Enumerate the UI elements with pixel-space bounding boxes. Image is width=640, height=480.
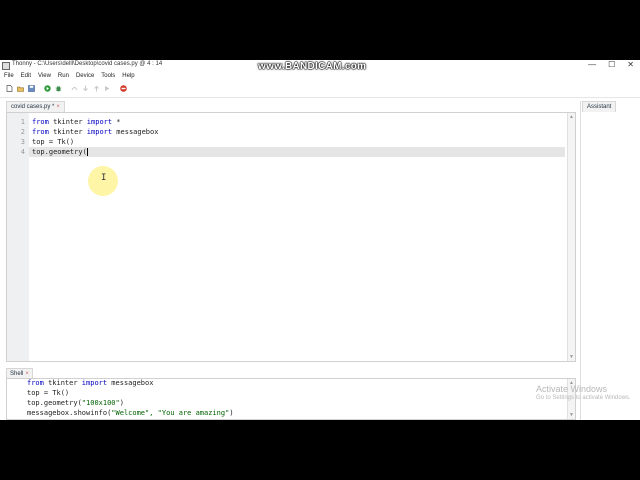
code-text: ) <box>119 399 124 407</box>
step-over-icon[interactable] <box>71 85 78 92</box>
line-number: 1 <box>20 118 25 126</box>
code-text: messagebox.showinfo( <box>27 409 112 417</box>
code-text: top.geometry( <box>32 148 87 156</box>
code-text: * <box>112 118 121 126</box>
run-icon[interactable] <box>44 85 51 92</box>
code-text: messagebox <box>107 379 154 387</box>
menu-edit[interactable]: Edit <box>21 71 31 81</box>
code-line: from tkinter import * <box>32 118 121 126</box>
activate-subtitle: Go to Settings to activate Windows. <box>536 395 631 401</box>
line-number: 2 <box>20 128 25 136</box>
debug-icon[interactable] <box>55 85 62 92</box>
string-literal: "Welcome", "You are amazing" <box>111 409 230 417</box>
window-controls: — ☐ ✕ <box>588 60 634 69</box>
keyword: from <box>27 379 44 387</box>
close-button[interactable]: ✕ <box>627 60 634 69</box>
ibeam-cursor-icon: I <box>101 173 107 183</box>
string-literal: "100x100" <box>81 399 120 407</box>
code-text: messagebox <box>112 128 159 136</box>
tab-shell[interactable]: Shell × <box>6 368 33 378</box>
code-text: tkinter <box>43 379 82 387</box>
menu-help[interactable]: Help <box>122 71 134 81</box>
menu-bar: File Edit View Run Device Tools Help <box>0 71 640 81</box>
activate-title: Activate Windows <box>536 384 608 394</box>
assistant-panel <box>580 101 640 420</box>
save-icon[interactable] <box>28 85 35 92</box>
code-editor[interactable]: 1 2 3 4 from tkinter import * from tkint… <box>6 112 576 362</box>
line-number-gutter: 1 2 3 4 <box>7 113 29 361</box>
toolbar-divider <box>0 97 640 98</box>
keyword: from <box>32 118 49 126</box>
shell-line: from tkinter import messagebox <box>27 379 153 387</box>
scroll-up-icon[interactable]: ▲ <box>569 114 574 120</box>
step-into-icon[interactable] <box>82 85 89 92</box>
scroll-down-icon[interactable]: ▼ <box>569 354 574 360</box>
resume-icon[interactable] <box>104 85 111 92</box>
current-line-highlight <box>29 147 565 157</box>
activate-windows-watermark: Activate Windows Go to Settings to activ… <box>536 384 631 401</box>
code-line: top = Tk() <box>32 138 74 146</box>
code-text: tkinter <box>48 128 87 136</box>
toolbar <box>0 82 640 96</box>
shell-panel[interactable]: from tkinter import messagebox top = Tk(… <box>6 378 576 420</box>
code-text: top.geometry( <box>27 399 82 407</box>
open-file-icon[interactable] <box>17 85 24 92</box>
menu-run[interactable]: Run <box>58 71 69 81</box>
keyword: import <box>86 118 113 126</box>
text-caret <box>86 148 88 156</box>
minimize-button[interactable]: — <box>588 60 596 69</box>
tab-label: covid cases.py * <box>11 104 55 110</box>
stop-icon[interactable] <box>120 85 127 92</box>
shell-line: top = Tk() <box>27 389 69 397</box>
close-shell-icon[interactable]: × <box>25 371 29 377</box>
thonny-app-icon <box>2 62 10 70</box>
menu-tools[interactable]: Tools <box>101 71 115 81</box>
shell-scroll-down-icon[interactable]: ▼ <box>569 412 574 418</box>
code-line: from tkinter import messagebox <box>32 128 158 136</box>
line-number: 4 <box>20 148 25 156</box>
keyword: import <box>86 128 113 136</box>
code-text: ) <box>229 409 234 417</box>
window-title: Thonny - C:\Users\delll\Desktop\covid ca… <box>12 61 163 67</box>
code-text: tkinter <box>48 118 87 126</box>
editor-scrollbar[interactable]: ▲ ▼ <box>567 113 575 361</box>
shell-line: top.geometry("100x100") <box>27 399 124 407</box>
menu-view[interactable]: View <box>38 71 51 81</box>
menu-file[interactable]: File <box>4 71 14 81</box>
code-text: top = Tk() <box>27 389 70 397</box>
shell-tab-label: Shell <box>10 371 24 377</box>
tab-covid-cases[interactable]: covid cases.py * × <box>6 101 65 112</box>
line-number: 3 <box>20 138 25 146</box>
step-out-icon[interactable] <box>93 85 100 92</box>
close-tab-icon[interactable]: × <box>56 104 60 110</box>
keyword: from <box>32 128 49 136</box>
shell-line: messagebox.showinfo("Welcome", "You are … <box>27 409 234 417</box>
thonny-window: Thonny - C:\Users\delll\Desktop\covid ca… <box>0 60 640 420</box>
keyword: import <box>81 379 108 387</box>
code-line: top.geometry( <box>32 148 88 156</box>
new-file-icon[interactable] <box>6 85 13 92</box>
code-text: top = Tk() <box>32 138 75 146</box>
menu-device[interactable]: Device <box>76 71 94 81</box>
maximize-button[interactable]: ☐ <box>608 60 615 69</box>
